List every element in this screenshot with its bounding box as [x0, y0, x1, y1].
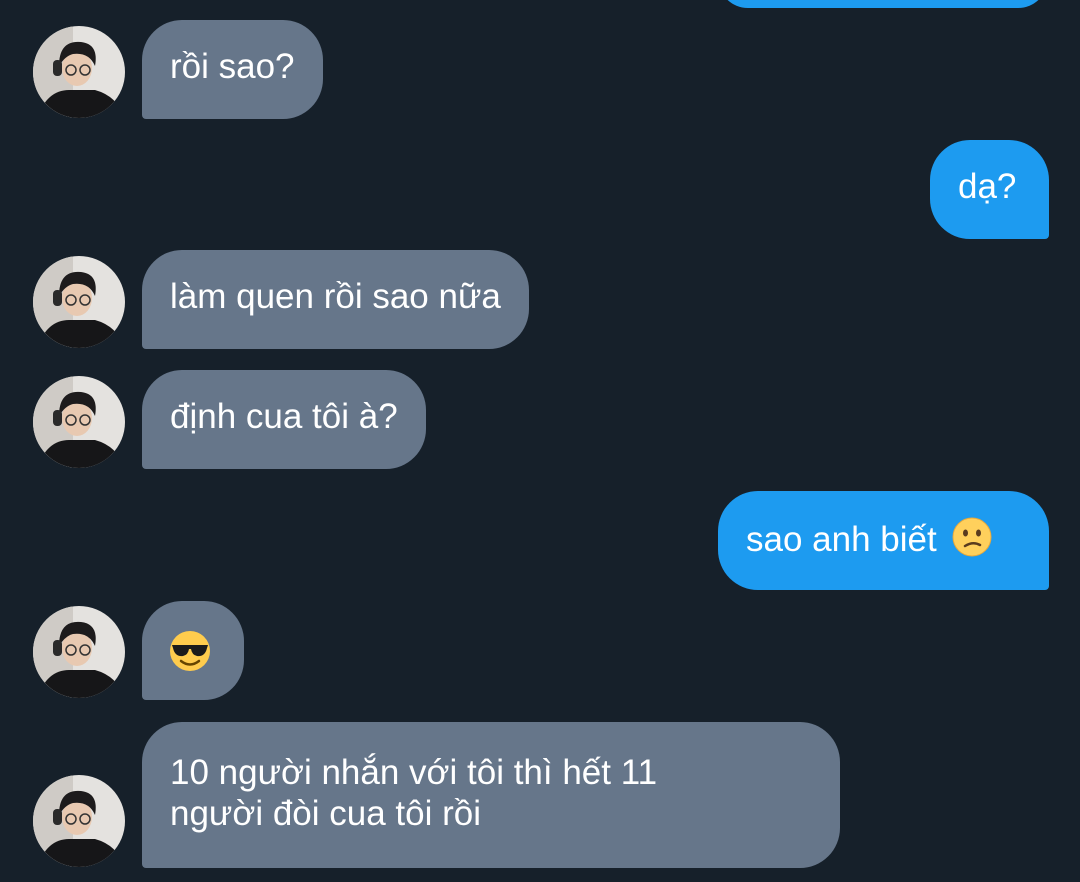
- profile-photo: [33, 775, 125, 867]
- chat-screen: rồi sao? dạ? làm quen rồi sao nữa định c…: [0, 0, 1080, 882]
- message-text: rồi sao?: [170, 47, 295, 86]
- profile-photo: [33, 606, 125, 698]
- sunglasses-face-icon: [168, 629, 212, 682]
- message-text-line: người đòi cua tôi rồi: [170, 794, 481, 833]
- message-bubble-received[interactable]: [142, 601, 244, 700]
- message-text: sao anh biết: [746, 519, 937, 559]
- profile-photo: [33, 256, 125, 348]
- message-bubble-sent[interactable]: dạ?: [930, 140, 1049, 239]
- avatar[interactable]: [33, 26, 125, 118]
- avatar[interactable]: [33, 775, 125, 867]
- message-text-line: 10 người nhắn với tôi thì hết 11: [170, 753, 658, 792]
- message-bubble-received[interactable]: định cua tôi à?: [142, 370, 426, 469]
- confused-face-icon: [952, 517, 992, 566]
- message-text: định cua tôi à?: [170, 397, 398, 436]
- message-text: làm quen rồi sao nữa: [170, 277, 501, 316]
- message-text: dạ?: [958, 167, 1017, 206]
- profile-photo: [33, 376, 125, 468]
- message-bubble-received[interactable]: 10 người nhắn với tôi thì hết 11 người đ…: [142, 722, 840, 868]
- profile-photo: [33, 26, 125, 118]
- avatar[interactable]: [33, 376, 125, 468]
- avatar[interactable]: [33, 606, 125, 698]
- message-bubble-sent[interactable]: sao anh biết: [718, 491, 1049, 590]
- previous-sent-bubble[interactable]: [718, 0, 1048, 8]
- avatar[interactable]: [33, 256, 125, 348]
- message-bubble-received[interactable]: rồi sao?: [142, 20, 323, 119]
- message-bubble-received[interactable]: làm quen rồi sao nữa: [142, 250, 529, 349]
